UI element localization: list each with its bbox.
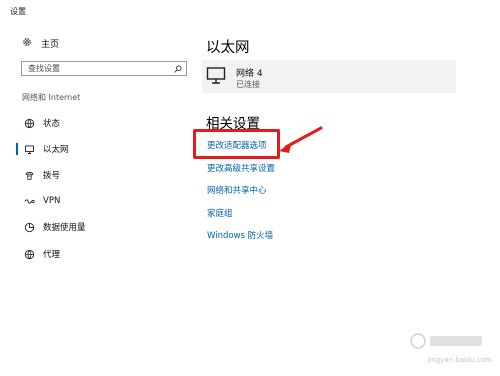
page-title: 以太网 xyxy=(206,40,250,56)
window-title: 设置 xyxy=(10,7,26,16)
sidebar-item-proxy[interactable]: 代理 xyxy=(16,246,191,262)
selection-indicator xyxy=(16,248,18,260)
ethernet-monitor-icon xyxy=(23,143,35,155)
homegroup-link[interactable]: 家庭组 xyxy=(207,207,233,219)
annotation-arrow-icon xyxy=(279,126,323,153)
sidebar-home[interactable]: 主页 xyxy=(22,36,59,50)
sidebar-item-label: 以太网 xyxy=(43,145,69,155)
network-name: 网络 4 xyxy=(236,69,263,79)
network-monitor-icon xyxy=(206,67,226,84)
watermark: jingyan.baidu.com xyxy=(382,330,492,364)
baidu-jingyan-logo-icon xyxy=(410,333,482,349)
selection-indicator xyxy=(16,195,18,207)
sidebar-item-dialup[interactable]: 拨号 xyxy=(16,167,191,183)
sidebar-item-label: 代理 xyxy=(43,250,61,260)
network-card[interactable]: 网络 4 已连接 xyxy=(202,60,456,93)
selection-indicator xyxy=(16,221,18,233)
selection-indicator xyxy=(16,117,18,129)
selection-indicator xyxy=(16,143,18,155)
windows-firewall-link[interactable]: Windows 防火墙 xyxy=(207,229,273,241)
vpn-icon xyxy=(23,195,35,207)
sidebar-item-label: 拨号 xyxy=(43,171,61,181)
sidebar-item-data-usage[interactable]: 数据使用量 xyxy=(16,219,191,235)
phone-dialup-icon xyxy=(23,169,35,181)
search-input[interactable] xyxy=(28,64,168,73)
globe-status-icon xyxy=(23,117,35,129)
data-usage-icon xyxy=(23,221,35,233)
sidebar-item-ethernet[interactable]: 以太网 xyxy=(16,141,191,157)
sidebar-item-vpn[interactable]: VPN xyxy=(16,193,191,209)
selection-indicator xyxy=(16,169,18,181)
search-box[interactable] xyxy=(21,61,187,76)
network-status: 已连接 xyxy=(236,80,260,89)
advanced-sharing-link[interactable]: 更改高级共享设置 xyxy=(207,162,275,174)
sidebar-item-label: VPN xyxy=(43,196,61,206)
sidebar-item-status[interactable]: 状态 xyxy=(16,115,191,131)
sidebar-item-label: 数据使用量 xyxy=(43,223,86,233)
gear-icon xyxy=(22,37,32,50)
sidebar-home-label: 主页 xyxy=(41,39,60,50)
search-icon[interactable] xyxy=(174,64,182,73)
network-sharing-center-link[interactable]: 网络和共享中心 xyxy=(207,184,267,196)
globe-proxy-icon xyxy=(23,248,35,260)
annotation-highlight-box xyxy=(193,129,280,159)
sidebar-item-label: 状态 xyxy=(43,119,61,129)
section-heading: 网络和 Internet xyxy=(22,93,81,102)
watermark-text: jingyan.baidu.com xyxy=(427,356,492,364)
